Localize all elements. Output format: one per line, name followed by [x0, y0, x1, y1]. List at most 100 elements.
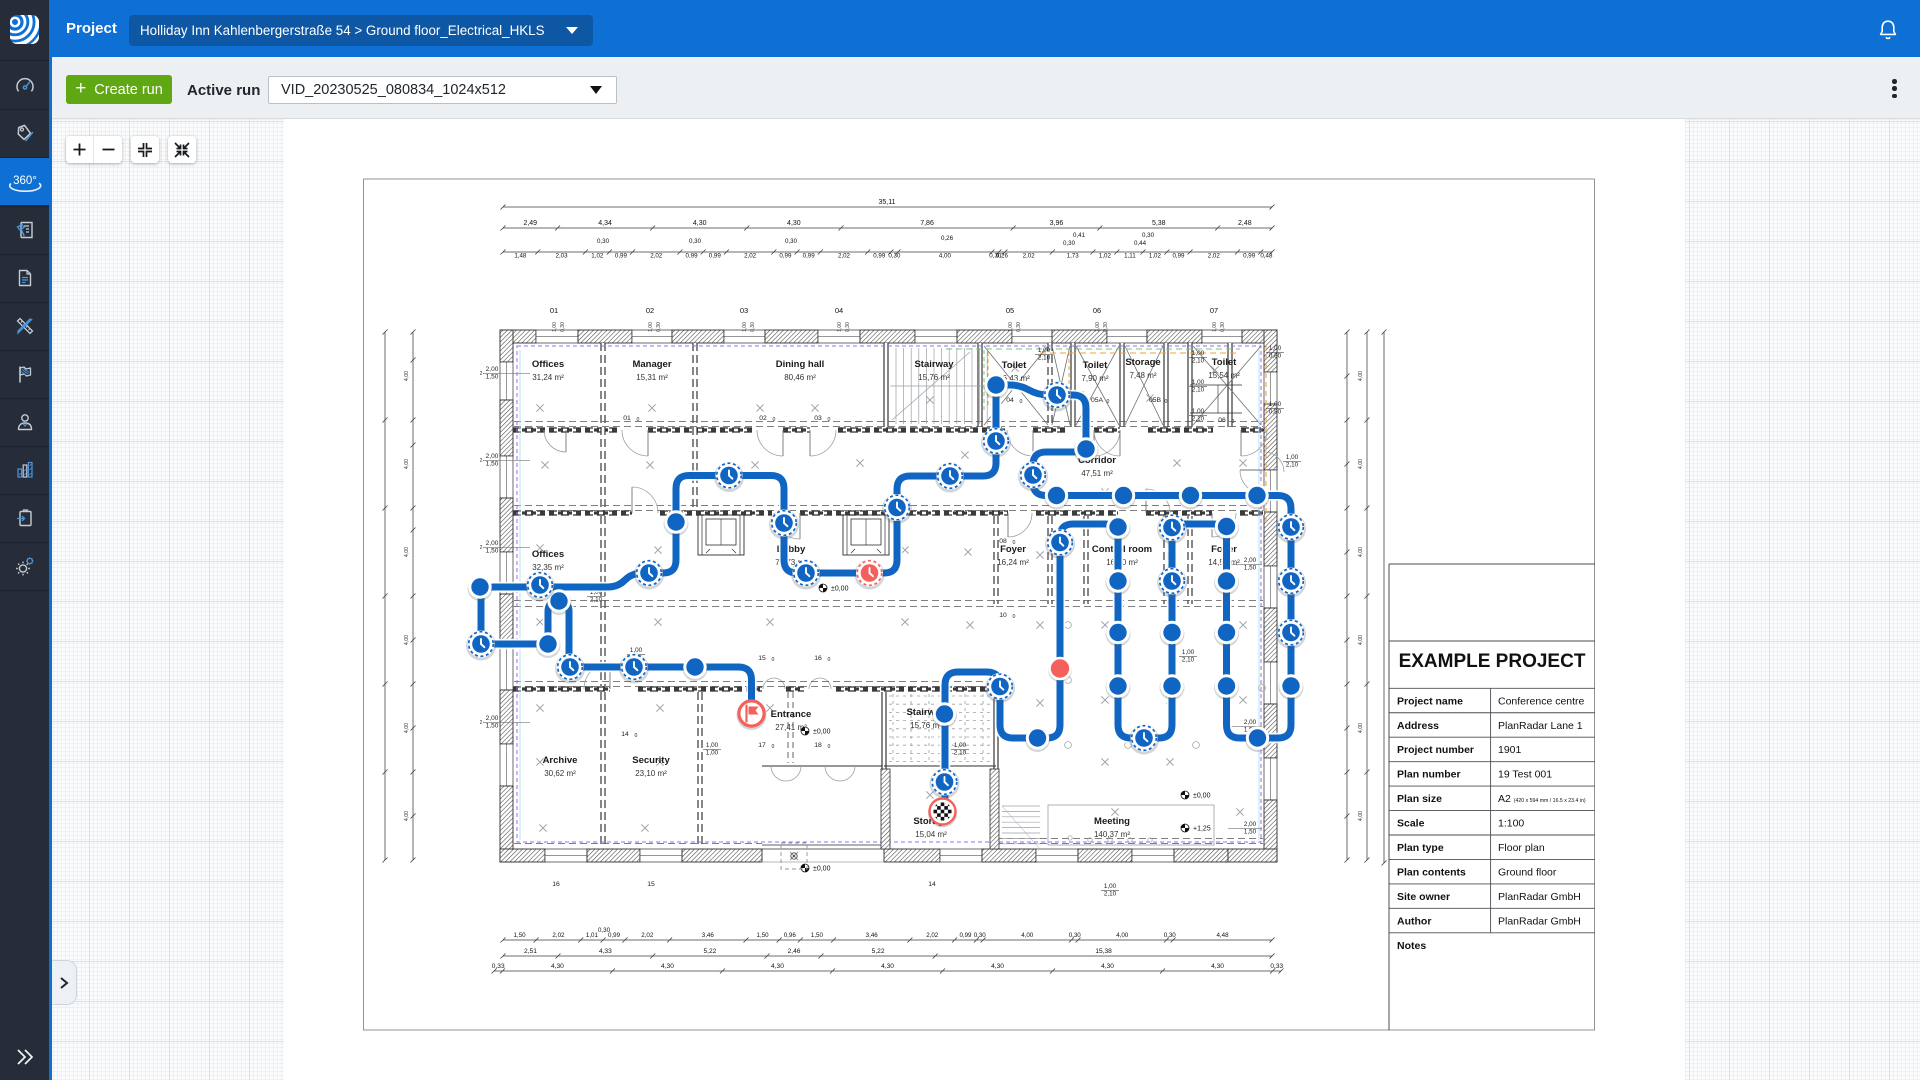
svg-text:±0,00: ±0,00 — [813, 729, 831, 736]
svg-text:Conference centre: Conference centre — [1498, 695, 1585, 707]
svg-text:04: 04 — [835, 306, 843, 315]
svg-text:±0,00: ±0,00 — [813, 866, 831, 873]
svg-text:14: 14 — [621, 731, 629, 738]
svg-text:5,22: 5,22 — [872, 948, 885, 955]
svg-text:2,10: 2,10 — [1038, 355, 1051, 362]
svg-text:PlanRadar Lane 1: PlanRadar Lane 1 — [1498, 720, 1583, 732]
svg-text:0: 0 — [635, 733, 638, 739]
svg-text:0,30: 0,30 — [656, 322, 662, 332]
svg-text:1,00: 1,00 — [1104, 883, 1117, 890]
svg-text:17: 17 — [758, 742, 766, 749]
svg-text:0,48: 0,48 — [1260, 253, 1273, 260]
svg-text:0,99: 0,99 — [959, 932, 972, 939]
svg-text:Address: Address — [1397, 720, 1439, 732]
svg-text:Toilet: Toilet — [1083, 360, 1108, 371]
svg-text:Ground floor: Ground floor — [1498, 866, 1557, 878]
svg-text:2,03: 2,03 — [556, 253, 569, 260]
svg-text:03: 03 — [740, 306, 748, 315]
svg-text:2,10: 2,10 — [590, 597, 603, 604]
svg-text:05: 05 — [1006, 306, 1014, 315]
svg-text:7,86: 7,86 — [920, 220, 934, 227]
svg-text:3,96: 3,96 — [1050, 220, 1064, 227]
svg-text:2,02: 2,02 — [838, 253, 851, 260]
svg-text:0,30: 0,30 — [785, 238, 798, 245]
svg-text:05B: 05B — [1149, 397, 1162, 404]
svg-text:1,11: 1,11 — [1124, 253, 1136, 260]
svg-text:4,30: 4,30 — [991, 963, 1004, 970]
svg-text:1,50: 1,50 — [486, 548, 499, 555]
svg-text:03: 03 — [814, 415, 822, 422]
svg-text:0: 0 — [828, 657, 831, 663]
svg-text:1,50: 1,50 — [811, 932, 824, 939]
svg-text:1,01: 1,01 — [586, 932, 599, 939]
svg-text:07: 07 — [1210, 306, 1218, 315]
svg-text:08: 08 — [999, 538, 1007, 545]
svg-text:2,46: 2,46 — [788, 948, 801, 955]
svg-text:0,30: 0,30 — [1220, 322, 1226, 332]
svg-text:2,02: 2,02 — [926, 932, 939, 939]
svg-text:1,00: 1,00 — [837, 322, 843, 332]
svg-text:06: 06 — [1218, 417, 1226, 424]
svg-text:4,30: 4,30 — [551, 963, 564, 970]
svg-text:1,50: 1,50 — [757, 932, 770, 939]
svg-text:4,00: 4,00 — [1358, 459, 1364, 469]
svg-text:4,00: 4,00 — [404, 459, 410, 469]
svg-text:0,99: 0,99 — [803, 253, 816, 260]
svg-text:Archive: Archive — [543, 755, 578, 766]
svg-text:+1,25: +1,25 — [1193, 826, 1211, 833]
svg-text:0,96: 0,96 — [784, 932, 797, 939]
svg-text:0,30: 0,30 — [1016, 322, 1022, 332]
svg-text:Offices: Offices — [532, 549, 564, 560]
svg-text:35,11: 35,11 — [879, 199, 896, 206]
svg-text:3,46: 3,46 — [866, 932, 879, 939]
svg-text:EXAMPLE PROJECT: EXAMPLE PROJECT — [1399, 651, 1586, 672]
svg-text:0,26: 0,26 — [996, 253, 1009, 260]
svg-text:30,62 m²: 30,62 m² — [544, 769, 576, 778]
svg-text:15,04 m²: 15,04 m² — [915, 830, 947, 839]
svg-text:1,00: 1,00 — [1192, 350, 1205, 357]
svg-text:1,00: 1,00 — [648, 322, 654, 332]
svg-text:0,30: 0,30 — [845, 322, 851, 332]
svg-text:1,50: 1,50 — [514, 932, 527, 939]
svg-text:16: 16 — [552, 881, 560, 888]
svg-text:Project number: Project number — [1397, 744, 1474, 756]
svg-text:2: 2 — [480, 458, 483, 464]
svg-text:4,00: 4,00 — [939, 253, 952, 260]
svg-text:4,00: 4,00 — [404, 723, 410, 733]
svg-text:0: 0 — [828, 744, 831, 750]
svg-text:0,30: 0,30 — [1164, 932, 1177, 939]
svg-text:32,35 m²: 32,35 m² — [532, 563, 564, 572]
svg-text:0: 0 — [772, 657, 775, 663]
svg-text:4,00: 4,00 — [404, 371, 410, 381]
svg-text:1,50: 1,50 — [486, 374, 499, 381]
svg-text:2,10: 2,10 — [1192, 358, 1205, 365]
svg-text:Toilet: Toilet — [1002, 360, 1027, 371]
svg-text:0,41: 0,41 — [1073, 232, 1086, 239]
svg-text:0: 0 — [1232, 419, 1235, 425]
svg-text:1,00: 1,00 — [742, 322, 748, 332]
svg-text:1,50: 1,50 — [486, 461, 499, 468]
svg-text:1,00: 1,00 — [1095, 322, 1101, 332]
svg-text:0,30: 0,30 — [689, 238, 702, 245]
svg-text:Dining hall: Dining hall — [776, 359, 825, 370]
svg-text:0,30: 0,30 — [974, 932, 987, 939]
svg-text:2,02: 2,02 — [1023, 253, 1036, 260]
svg-text:0,99: 0,99 — [686, 253, 699, 260]
svg-text:0,26: 0,26 — [941, 235, 954, 242]
svg-text:0,99: 0,99 — [1243, 253, 1256, 260]
svg-text:Site owner: Site owner — [1397, 891, 1450, 903]
svg-text:2: 2 — [480, 371, 483, 377]
svg-text:7,48 m²: 7,48 m² — [1129, 371, 1156, 380]
svg-text:2,49: 2,49 — [523, 220, 537, 227]
svg-text:10: 10 — [999, 612, 1007, 619]
svg-text:1,00: 1,00 — [552, 322, 558, 332]
svg-text:5,22: 5,22 — [703, 948, 716, 955]
svg-text:4,33: 4,33 — [599, 948, 612, 955]
svg-text:2,00: 2,00 — [486, 366, 499, 373]
svg-text:4,00: 4,00 — [404, 811, 410, 821]
svg-text:0: 0 — [1165, 399, 1168, 405]
svg-text:2,02: 2,02 — [641, 932, 654, 939]
svg-text:0,99: 0,99 — [873, 253, 886, 260]
svg-text:0,99: 0,99 — [1172, 253, 1185, 260]
svg-text:2: 2 — [480, 720, 483, 726]
